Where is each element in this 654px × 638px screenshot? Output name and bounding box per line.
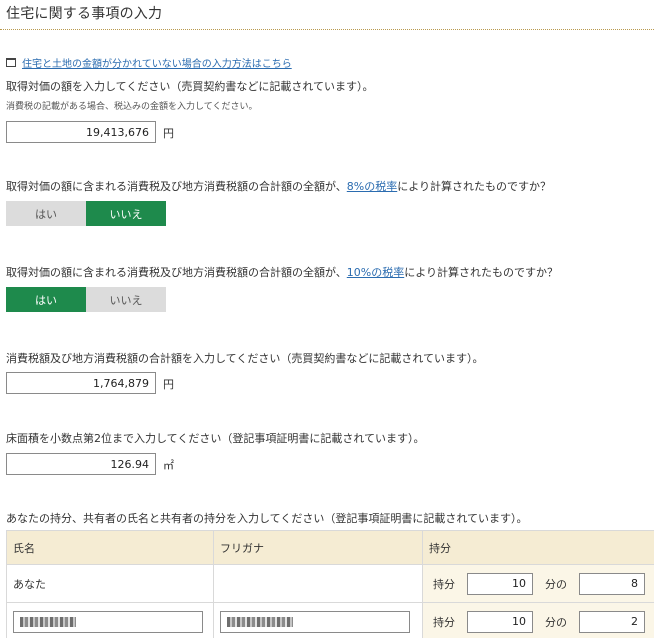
- tax10-question: 取得対価の額に含まれる消費税及び地方消費税額の合計額の全額が、10%の税率により…: [6, 264, 558, 280]
- tax10-label-after: により計算されたものですか？: [404, 266, 559, 279]
- table-header-row: 氏名 フリガナ 持分: [6, 530, 654, 565]
- redacted-name: [20, 616, 76, 627]
- share-label: 持分: [433, 577, 455, 591]
- coowner-name-input[interactable]: [13, 610, 203, 633]
- coowner-share-cell: 持分 分の: [422, 602, 654, 638]
- price-unit: 円: [163, 127, 174, 140]
- window-icon: [6, 58, 16, 67]
- price-note: 消費税の記載がある場合、税込みの金額を入力してください。: [6, 102, 258, 112]
- ownership-table: 氏名 フリガナ 持分 あなた 持分 分の: [6, 530, 654, 638]
- tax-total-input[interactable]: [6, 372, 156, 394]
- owner-name-cell: あなた: [6, 564, 214, 603]
- help-link[interactable]: 住宅と土地の金額が分かれていない場合の入力方法はこちら: [22, 55, 292, 70]
- tax8-toggle: はい いいえ: [6, 201, 166, 226]
- tax10-toggle: はい いいえ: [6, 287, 166, 312]
- share-label: 持分: [433, 615, 455, 629]
- tax8-yes-button[interactable]: はい: [6, 201, 86, 226]
- header-share: 持分: [422, 530, 654, 565]
- floor-area-unit: ㎡: [163, 459, 174, 472]
- floor-area-label: 床面積を小数点第2位まで入力してください（登記事項証明書に記載されています）。: [6, 432, 425, 445]
- share-numerator-input[interactable]: [467, 572, 533, 595]
- floor-area-input[interactable]: [6, 453, 156, 475]
- table-row: 持分 分の: [6, 602, 654, 638]
- coowner-kana-input[interactable]: [220, 610, 410, 633]
- owner-share-cell: 持分 分の: [422, 564, 654, 603]
- tax8-question: 取得対価の額に含まれる消費税及び地方消費税額の合計額の全額が、8%の税率により計…: [6, 178, 551, 194]
- page-title: 住宅に関する事項の入力: [6, 6, 163, 22]
- tax10-label-before: 取得対価の額に含まれる消費税及び地方消費税額の合計額の全額が、: [6, 266, 347, 279]
- help-link-row[interactable]: 住宅と土地の金額が分かれていない場合の入力方法はこちら: [6, 55, 292, 70]
- tax-total-label: 消費税額及び地方消費税額の合計額を入力してください（売買契約書などに記載されてい…: [6, 352, 484, 365]
- tax8-label-after: により計算されたものですか？: [397, 180, 552, 193]
- share-numerator-input[interactable]: [467, 610, 533, 633]
- tax8-label-before: 取得対価の額に含まれる消費税及び地方消費税額の合計額の全額が、: [6, 180, 347, 193]
- tax10-yes-button[interactable]: はい: [6, 287, 86, 312]
- share-denominator-input[interactable]: [579, 610, 645, 633]
- price-label: 取得対価の額を入力してください（売買契約書などに記載されています）。: [6, 80, 374, 93]
- price-input[interactable]: [6, 121, 156, 143]
- redacted-kana: [227, 616, 293, 627]
- of-label: 分の: [545, 615, 567, 629]
- share-denominator-input[interactable]: [579, 572, 645, 595]
- ownership-label: あなたの持分、共有者の氏名と共有者の持分を入力してください（登記事項証明書に記載…: [6, 512, 528, 525]
- tax10-no-button[interactable]: いいえ: [86, 287, 166, 312]
- header-name: 氏名: [6, 530, 214, 565]
- coowner-kana-cell: [213, 602, 423, 638]
- of-label: 分の: [545, 577, 567, 591]
- table-row: あなた 持分 分の: [6, 564, 654, 603]
- coowner-name-cell: [6, 602, 214, 638]
- tax10-rate-link[interactable]: 10%の税率: [347, 266, 404, 279]
- tax8-no-button[interactable]: いいえ: [86, 201, 166, 226]
- tax-total-unit: 円: [163, 378, 174, 391]
- owner-kana-cell: [213, 564, 423, 603]
- title-divider: [0, 29, 654, 30]
- tax8-rate-link[interactable]: 8%の税率: [347, 180, 397, 193]
- header-kana: フリガナ: [213, 530, 423, 565]
